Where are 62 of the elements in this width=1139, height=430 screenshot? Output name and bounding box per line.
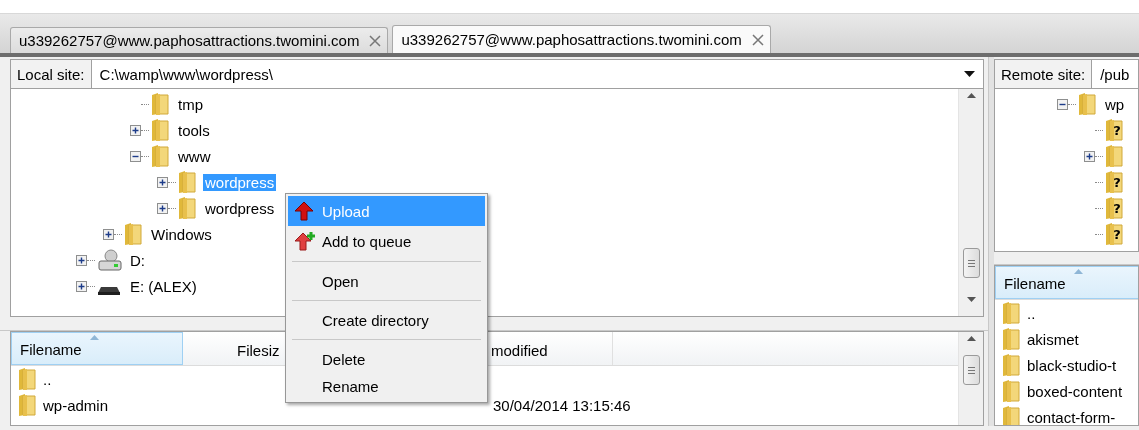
tree-item[interactable]: E: (ALEX) [128, 277, 199, 295]
scrollbar-thumb[interactable] [962, 355, 980, 385]
column-header[interactable]: Filename [995, 266, 1138, 299]
sort-arrow-icon [1074, 269, 1083, 274]
connection-tab[interactable]: u339262757@www.paphosattractions.twomini.com [392, 25, 771, 53]
tree-item[interactable]: tools [176, 121, 212, 139]
scroll-up-icon[interactable] [966, 93, 976, 98]
scrollbar-thumb[interactable] [962, 248, 980, 278]
add-arrow-icon [294, 231, 316, 251]
modified-date: 30/04/2014 13:15:46 [492, 396, 632, 414]
expand-toggle[interactable] [76, 280, 87, 292]
tree-item[interactable]: www [176, 147, 213, 165]
folder-icon [1001, 327, 1021, 351]
expand-toggle[interactable] [157, 202, 168, 214]
expand-toggle[interactable] [76, 254, 87, 266]
folder-icon [1001, 405, 1021, 425]
connection-tab[interactable]: u339262757@www.paphosattractions.twomini.com [10, 27, 389, 53]
drive-icon [98, 285, 120, 295]
folder-icon [150, 118, 170, 142]
folder-icon [1001, 353, 1021, 377]
tree-item[interactable]: tmp [176, 95, 205, 113]
menu-item[interactable]: Add to queue [288, 226, 485, 256]
file-name: contact-form- [1027, 408, 1116, 425]
folder-icon [1104, 144, 1124, 168]
folder-icon [177, 196, 197, 220]
column-header[interactable]: Filename [11, 332, 183, 365]
folder-icon [17, 367, 37, 391]
sort-arrow-icon [90, 335, 99, 340]
file-name: .. [1027, 304, 1036, 322]
upload-arrow-icon [294, 201, 314, 221]
drive-icon [96, 248, 122, 272]
file-name: akismet [1027, 330, 1079, 348]
menu-item[interactable]: Delete [288, 346, 485, 373]
tree-item[interactable]: wordpress [203, 199, 277, 217]
folder-icon [17, 393, 37, 417]
close-icon[interactable] [369, 34, 382, 47]
folder-icon [1001, 379, 1021, 403]
folder-icon [1001, 301, 1021, 325]
folder-icon [1077, 92, 1097, 116]
tree-item[interactable]: D: [128, 251, 147, 269]
folder-icon [177, 170, 197, 194]
expand-toggle[interactable] [130, 124, 141, 136]
menu-item[interactable]: Rename [288, 373, 485, 400]
scroll-down-icon[interactable] [966, 297, 976, 302]
folder-icon [150, 144, 170, 168]
tree-item[interactable]: Windows [149, 225, 214, 243]
tree-item[interactable]: wp [1103, 95, 1127, 113]
file-name: wp-admin [43, 396, 109, 414]
file-name: black-studio-t [1027, 356, 1117, 374]
expand-toggle[interactable] [103, 228, 114, 240]
collapse-toggle[interactable] [1057, 98, 1068, 110]
file-name: .. [43, 370, 52, 388]
menu-item[interactable]: Create directory [288, 307, 485, 334]
folder-icon [150, 92, 170, 116]
expand-toggle[interactable] [1084, 150, 1095, 162]
menu-item[interactable]: Open [288, 268, 485, 295]
collapse-toggle[interactable] [130, 150, 141, 162]
folder-icon [123, 222, 143, 246]
scroll-up-icon[interactable] [966, 336, 976, 341]
file-name: boxed-content [1027, 382, 1123, 400]
close-icon[interactable] [751, 33, 764, 46]
expand-toggle[interactable] [157, 176, 168, 188]
